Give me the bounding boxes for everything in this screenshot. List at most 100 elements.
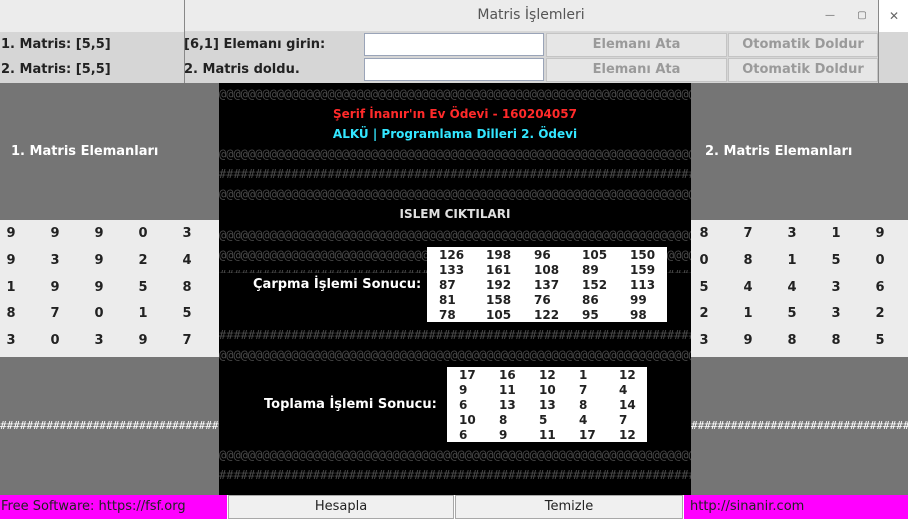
footer-right-link-bg: http://sinanir.com	[684, 495, 908, 519]
multiply-result-cell: 86	[582, 293, 599, 307]
matrix1-autofill-button[interactable]: Otomatik Doldur	[728, 33, 878, 57]
matrix1-grid: 9 9 9 0 3 9 3 9 2 4 1 9 9 5 8 8 7 0 1 5 3 0 3 9 7	[0, 220, 219, 357]
matrix1-cell: 9	[138, 333, 148, 348]
add-result-cell: 7	[619, 413, 628, 427]
matrix2-cell: 7	[743, 226, 753, 241]
matrix1-cell: 0	[138, 226, 148, 241]
matrix2-footer-panel: #################################	[691, 357, 908, 495]
matrix1-cell: 5	[138, 280, 148, 295]
matrix2-status-label: 2. Matris doldu.	[184, 62, 300, 77]
hash-pattern-row: ########################################…	[219, 469, 691, 482]
matrix1-assign-button[interactable]: Elemanı Ata	[546, 33, 727, 57]
multiply-result-cell: 158	[486, 293, 512, 307]
matrix2-cell: 1	[831, 226, 841, 241]
add-result-cell: 5	[539, 413, 548, 427]
add-result-cell: 13	[539, 398, 556, 412]
matrix2-assign-button[interactable]: Elemanı Ata	[546, 58, 727, 82]
matrix2-grid: 8 7 3 1 9 0 8 1 5 0 5 4 4 3 6 2 1 5 3 2 3 9 8 8 5	[691, 220, 908, 357]
multiply-result-cell: 152	[582, 278, 608, 292]
matrix2-cell: 3	[831, 306, 841, 321]
matrix2-element-input[interactable]	[364, 58, 544, 81]
divider	[184, 0, 185, 83]
matrix1-cell: 2	[138, 253, 148, 268]
calculate-button[interactable]: Hesapla	[228, 495, 454, 519]
multiply-result-cell: 81	[439, 293, 456, 307]
right-hash-row: #################################	[691, 420, 908, 432]
add-result-cell: 11	[499, 383, 516, 397]
matrix2-cell: 0	[875, 253, 885, 268]
multiply-result-cell: 105	[582, 248, 608, 262]
add-result-cell: 6	[459, 398, 468, 412]
add-result-box: 17 16 12 1 12 9 11 10 7 4 6 13 13 8 14 10 8 5 4 7 6 9 11 17 12	[447, 367, 647, 442]
add-result-cell: 16	[499, 368, 516, 382]
matrix2-cell: 5	[787, 306, 797, 321]
matrix2-cell: 8	[699, 226, 709, 241]
matrix1-cell: 9	[94, 280, 104, 295]
footer-left-link[interactable]: Free Software: https://fsf.org	[0, 495, 227, 519]
matrix1-cell: 9	[6, 253, 16, 268]
multiply-result-cell: 89	[582, 263, 599, 277]
matrix2-cell: 2	[699, 306, 709, 321]
matrix2-cell: 5	[875, 333, 885, 348]
matrix1-cell: 9	[94, 226, 104, 241]
element-prompt-label: [6,1] Elemanı girin:	[184, 37, 326, 52]
matrix2-cell: 4	[743, 280, 753, 295]
add-result-cell: 17	[579, 428, 596, 442]
add-result-cell: 12	[539, 368, 556, 382]
multiply-result-cell: 99	[630, 293, 647, 307]
matrix1-cell: 4	[182, 253, 192, 268]
multiply-result-cell: 198	[486, 248, 512, 262]
maximize-icon[interactable]: ▢	[854, 8, 870, 24]
matrix1-cell: 7	[182, 333, 192, 348]
multiply-result-cell: 150	[630, 248, 656, 262]
matrix1-footer-panel: #################################	[0, 357, 219, 495]
matrix1-heading: 1. Matris Elemanları	[11, 144, 159, 159]
matrix2-cell: 1	[743, 306, 753, 321]
output-panel: @@@@@@@@@@@@@@@@@@@@@@@@@@@@@@@@@@@@@@@@…	[219, 83, 691, 495]
matrix1-cell: 3	[182, 226, 192, 241]
matrix1-cell: 9	[50, 226, 60, 241]
add-result-cell: 13	[499, 398, 516, 412]
matrix2-cell: 8	[787, 333, 797, 348]
close-icon[interactable]: ✕	[886, 8, 902, 24]
matrix2-cell: 9	[875, 226, 885, 241]
matrix1-cell: 1	[6, 280, 16, 295]
add-label: Toplama İşlemi Sonucu:	[264, 397, 437, 412]
matrix2-cell: 4	[787, 280, 797, 295]
multiply-result-cell: 192	[486, 278, 512, 292]
matrix1-cell: 5	[182, 306, 192, 321]
matrix2-cell: 3	[699, 333, 709, 348]
matrix2-cell: 1	[787, 253, 797, 268]
matrix2-cell: 9	[743, 333, 753, 348]
matrix1-cell: 7	[50, 306, 60, 321]
multiply-result-cell: 159	[630, 263, 656, 277]
add-result-cell: 8	[499, 413, 508, 427]
matrix2-size-label: 2. Matris: [5,5]	[1, 62, 111, 77]
footer-left-link-bg: Free Software: https://fsf.org	[0, 495, 227, 519]
window-titlebar[interactable]: Matris İşlemleri — ▢ ✕	[184, 0, 899, 32]
matrix1-element-input[interactable]	[364, 33, 544, 56]
multiply-result-cell: 108	[534, 263, 560, 277]
multiply-result-cell: 105	[486, 308, 512, 322]
minimize-icon[interactable]: —	[822, 8, 838, 24]
matrix2-cell: 3	[831, 280, 841, 295]
matrix2-autofill-button[interactable]: Otomatik Doldur	[728, 58, 878, 82]
matrix2-cell: 8	[743, 253, 753, 268]
matrix2-cell: 5	[831, 253, 841, 268]
author-line: Şerif İnanır'ın Ev Ödevi - 160204057	[333, 107, 577, 121]
multiply-result-cell: 87	[439, 278, 456, 292]
matrix1-cell: 0	[50, 333, 60, 348]
add-result-cell: 8	[579, 398, 588, 412]
multiply-result-cell: 98	[630, 308, 647, 322]
add-result-cell: 11	[539, 428, 556, 442]
at-pattern-row: @@@@@@@@@@@@@@@@@@@@@@@@@@@@@@@@@@@@@@@@…	[219, 449, 691, 462]
multiply-result-cell: 76	[534, 293, 551, 307]
multiply-result-cell: 161	[486, 263, 512, 277]
add-result-cell: 17	[459, 368, 476, 382]
matrix1-cell: 9	[6, 226, 16, 241]
clear-button[interactable]: Temizle	[455, 495, 683, 519]
add-result-cell: 4	[619, 383, 628, 397]
add-result-cell: 12	[619, 368, 636, 382]
matrix1-cell: 9	[50, 280, 60, 295]
footer-right-link[interactable]: http://sinanir.com	[684, 495, 908, 519]
